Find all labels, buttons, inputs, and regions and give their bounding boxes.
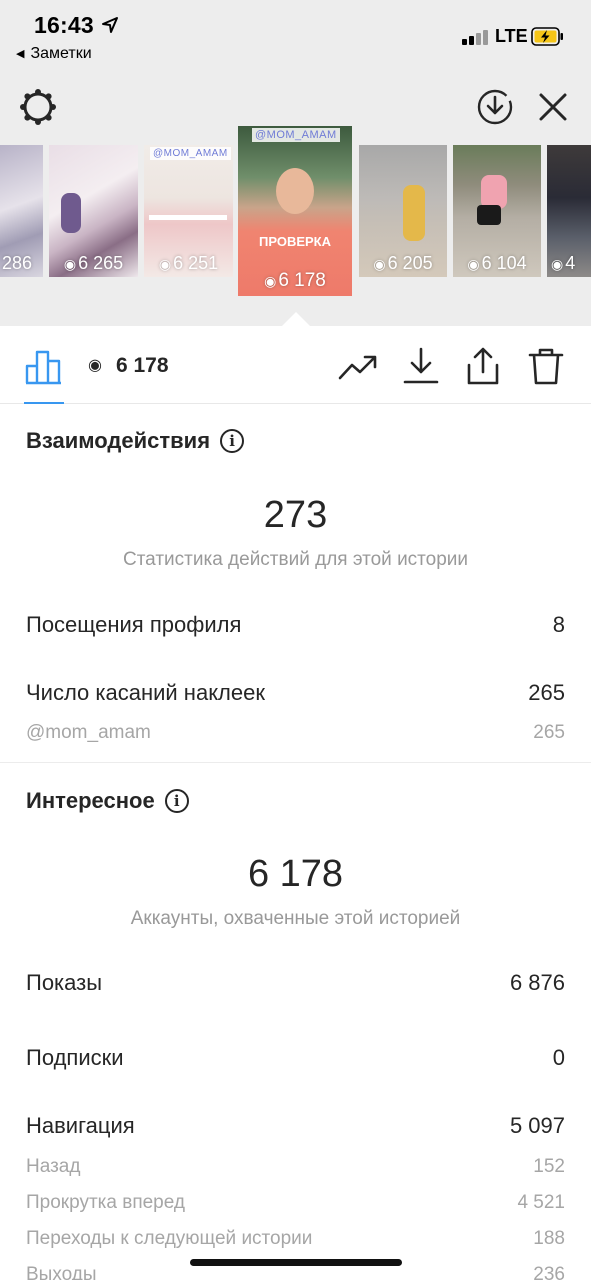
story-thumbnail[interactable]: ◉ 4 xyxy=(547,145,591,277)
next-story-value: 188 xyxy=(533,1228,565,1249)
eye-icon: ◉ xyxy=(264,273,277,289)
info-icon[interactable]: i xyxy=(164,789,189,813)
thumbnail-view-count: 6 178 xyxy=(278,270,326,291)
eye-icon: ◉ xyxy=(88,357,102,374)
sticker-taps-value: 265 xyxy=(528,680,565,705)
info-icon[interactable]: i xyxy=(220,429,245,453)
download-icon[interactable] xyxy=(401,346,441,386)
location-arrow-icon xyxy=(102,17,118,33)
discovery-title-text: Интересное xyxy=(26,788,155,813)
eye-icon: ◉ xyxy=(467,256,480,272)
section-divider xyxy=(0,762,591,763)
profile-visits-value: 8 xyxy=(552,612,565,637)
discovery-total: 6 178 xyxy=(247,853,344,895)
status-bar: 16:43 ◀ Заметки LTE xyxy=(0,0,591,70)
story-thumbnail[interactable]: 286 xyxy=(0,145,43,277)
thumbnail-view-count: 6 251 xyxy=(173,253,219,273)
eye-icon: ◉ xyxy=(551,256,564,272)
thumbnail-view-count: 4 xyxy=(565,253,576,273)
story-thumbnail[interactable]: ◉ 6 265 xyxy=(49,145,138,277)
mention-sticker-value: 265 xyxy=(533,722,565,743)
impressions-label: Показы xyxy=(26,970,103,995)
sticker-taps-label: Число касаний наклеек xyxy=(26,680,265,705)
download-circle-icon[interactable] xyxy=(476,88,514,126)
interactions-title-text: Взаимодействия xyxy=(26,428,211,453)
forward-taps-value: 4 521 xyxy=(517,1192,565,1213)
mention-sticker-label: @mom_amam xyxy=(26,722,151,743)
follows-label: Подписки xyxy=(26,1045,124,1070)
share-icon[interactable] xyxy=(463,346,503,386)
back-app-label: Заметки xyxy=(30,45,92,62)
back-taps-label: Назад xyxy=(26,1156,81,1177)
trending-up-icon[interactable] xyxy=(338,346,378,386)
forward-taps-label: Прокрутка вперед xyxy=(26,1192,185,1213)
exits-label: Выходы xyxy=(26,1264,97,1280)
navigation-value: 5 097 xyxy=(509,1113,565,1138)
thumbnail-view-count: 6 265 xyxy=(78,253,124,273)
story-thumbnail[interactable]: ◉ 6 205 xyxy=(359,145,447,277)
exits-value: 236 xyxy=(533,1264,565,1280)
thumbnail-view-count: 286 xyxy=(2,253,33,273)
back-taps-value: 152 xyxy=(533,1156,565,1177)
network-type: LTE xyxy=(495,26,528,46)
interactions-caption: Статистика действий для этой истории xyxy=(122,549,469,570)
close-icon[interactable] xyxy=(534,88,572,126)
eye-icon: ◉ xyxy=(63,256,77,272)
settings-icon[interactable] xyxy=(17,86,59,128)
thumbnail-mention-tag: @MOM_AMAM xyxy=(150,147,231,160)
back-to-app-link[interactable]: ◀ Заметки xyxy=(16,45,92,63)
next-story-label: Переходы к следующей истории xyxy=(26,1228,313,1249)
eye-icon: ◉ xyxy=(373,256,386,272)
selected-story-pointer xyxy=(281,312,311,327)
trash-icon[interactable] xyxy=(526,346,566,386)
signal-strength-icon xyxy=(462,29,492,45)
battery-charging-icon xyxy=(531,27,563,46)
follows-value: 0 xyxy=(552,1045,565,1070)
thumbnail-mention-tag: @MOM_AMAM xyxy=(252,128,340,142)
story-thumbnail[interactable]: ◉ 6 104 xyxy=(453,145,541,277)
story-header-area: 16:43 ◀ Заметки LTE 286 ◉ 6 265 @MOM_AMA… xyxy=(0,0,591,327)
story-thumbnail-selected[interactable]: @MOM_AMAM ПРОВЕРКА ◉ 6 178 xyxy=(238,126,352,296)
viewers-button[interactable]: ◉ 6 178 xyxy=(88,354,169,378)
thumbnail-view-count: 6 205 xyxy=(387,253,433,273)
back-triangle-icon: ◀ xyxy=(16,48,25,60)
interactions-total: 273 xyxy=(263,494,328,536)
impressions-value: 6 876 xyxy=(509,970,565,995)
thumbnail-overlay-text: ПРОВЕРКА xyxy=(258,234,331,249)
bar-chart-icon[interactable] xyxy=(24,346,64,386)
eye-icon: ◉ xyxy=(158,256,172,272)
navigation-label: Навигация xyxy=(26,1113,135,1138)
discovery-section-title: Интересное i xyxy=(26,788,189,814)
home-indicator[interactable] xyxy=(190,1259,402,1266)
interactions-section-title: Взаимодействия i xyxy=(26,428,245,454)
status-time: 16:43 xyxy=(34,12,94,38)
story-thumbnail[interactable]: @MOM_AMAM ◉ 6 251 xyxy=(144,145,233,277)
profile-visits-label: Посещения профиля xyxy=(26,612,242,637)
discovery-caption: Аккаунты, охваченные этой историей xyxy=(130,908,461,929)
story-toolbar: ◉ 6 178 xyxy=(0,326,591,404)
thumbnail-view-count: 6 104 xyxy=(481,253,527,273)
story-view-count: 6 178 xyxy=(115,354,169,377)
active-tab-indicator xyxy=(24,402,64,404)
